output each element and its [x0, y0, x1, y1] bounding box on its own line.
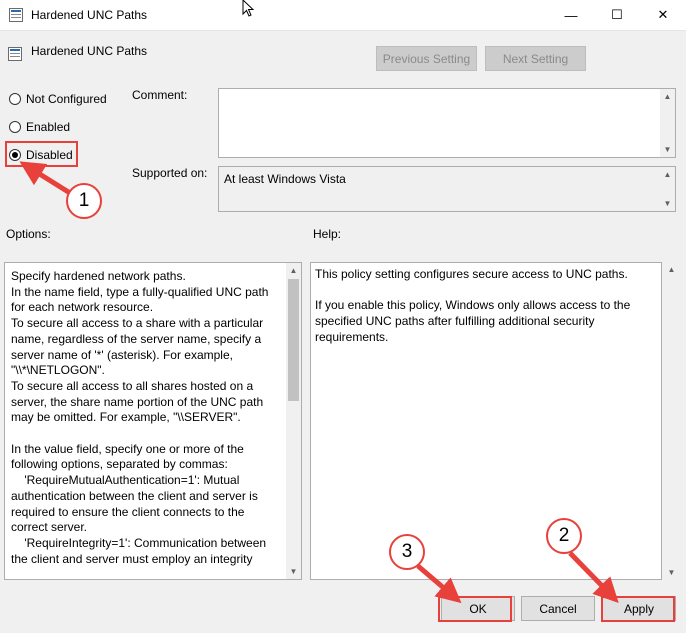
step-marker-3: 3 — [389, 534, 425, 570]
annotation-arrows — [19, 161, 619, 604]
arrow-step-1 — [19, 161, 72, 196]
arrow-step-2 — [568, 551, 619, 603]
step-marker-2: 2 — [546, 518, 582, 554]
arrow-step-3 — [416, 564, 462, 604]
step-marker-1: 1 — [66, 183, 102, 219]
